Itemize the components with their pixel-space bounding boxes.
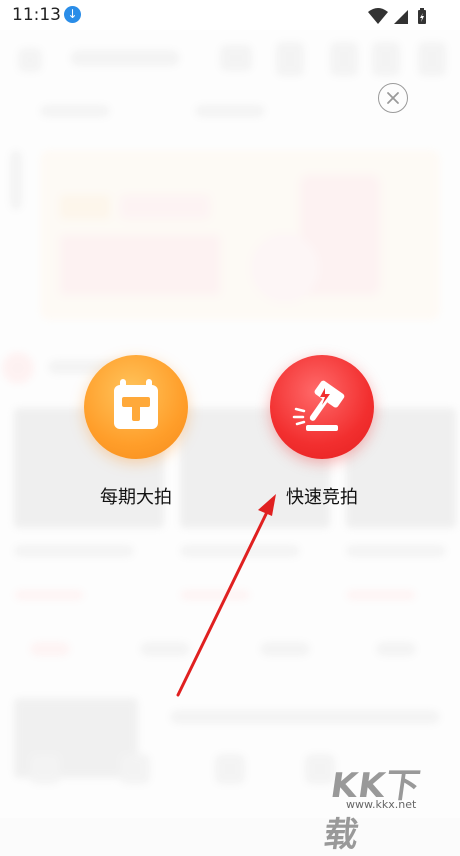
pointer-arrow [176,494,276,697]
watermark-url: www.kkx.net [346,798,417,811]
watermark: KK下载 www.kkx.net [320,756,450,855]
